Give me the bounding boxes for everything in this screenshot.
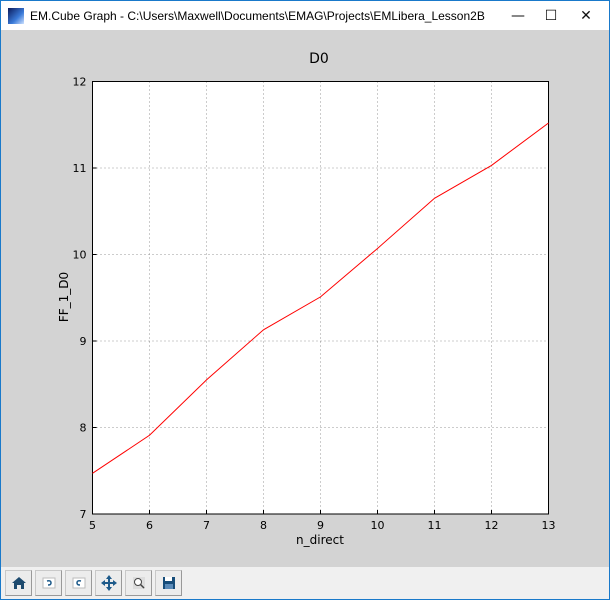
y-tick-label: 11 [73,162,87,175]
zoom-button[interactable] [125,570,152,596]
x-axis-label: n_direct [296,533,344,547]
pan-button[interactable] [95,570,122,596]
y-tick-label: 7 [80,508,87,521]
x-tick-label: 13 [542,519,556,532]
x-tick-label: 9 [317,519,324,532]
x-tick-label: 11 [428,519,442,532]
x-tick-label: 10 [371,519,385,532]
title-bar[interactable]: EM.Cube Graph - C:\Users\Maxwell\Documen… [1,1,609,30]
home-icon [11,577,26,589]
zoom-icon [132,577,145,589]
y-tick-label: 8 [80,422,87,435]
window-title: EM.Cube Graph - C:\Users\Maxwell\Documen… [30,8,485,23]
close-button[interactable]: ✕ [563,1,609,30]
plot-canvas: D0 5 6 7 8 9 10 11 12 13 7 8 9 10 11 12 n_direct FF_1_… [1,30,609,567]
y-tick-label: 9 [80,335,87,348]
app-icon [8,7,24,24]
x-tick-label: 7 [203,519,210,532]
pan-icon [100,575,117,591]
x-tick-label: 8 [260,519,267,532]
x-tick-label: 6 [146,519,153,532]
y-tick-label: 12 [73,76,87,89]
y-axis-label: FF_1_D0 [57,272,71,322]
y-tick-label: 10 [73,249,87,262]
forward-button[interactable] [65,570,92,596]
back-button[interactable] [35,570,62,596]
x-tick-label: 5 [89,519,96,532]
graph-window: EM.Cube Graph - C:\Users\Maxwell\Documen… [0,0,610,600]
line-chart: D0 5 6 7 8 9 10 11 12 13 7 8 9 10 11 12 n_direct FF_1_… [57,51,556,547]
back-icon [42,577,55,589]
home-button[interactable] [5,570,32,596]
navigation-toolbar [1,567,609,599]
forward-icon [72,577,85,589]
x-tick-label: 12 [485,519,499,532]
save-icon [162,577,175,589]
save-button[interactable] [155,570,182,596]
chart-title: D0 [309,51,329,67]
